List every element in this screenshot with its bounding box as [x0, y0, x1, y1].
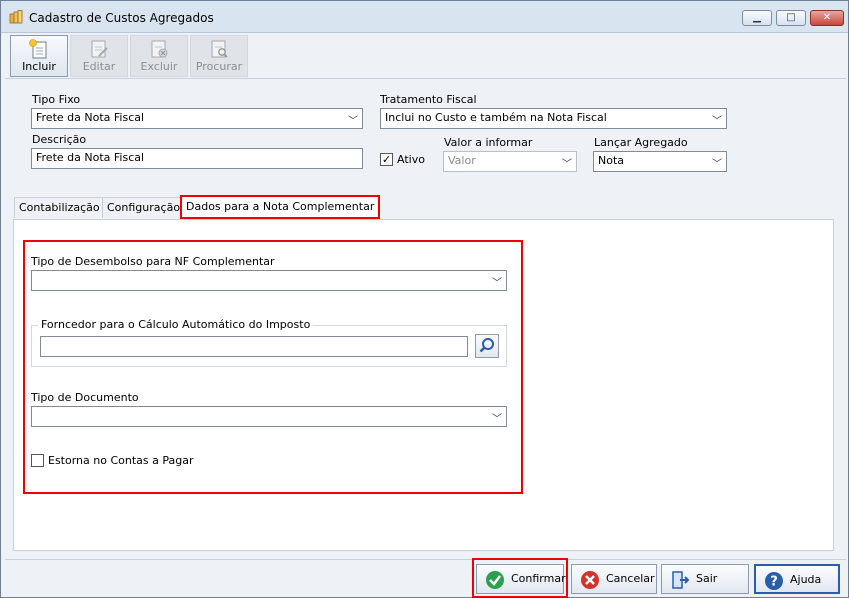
search-icon	[479, 338, 494, 353]
main-panel: Tipo Fixo Frete da Nota Fiscal ﹀ Tratame…	[5, 81, 846, 557]
bottom-bar: Confirmar Cancelar Sair ? Ajuda	[5, 558, 846, 598]
confirmar-label: Confirmar	[511, 572, 566, 585]
estorna-checkbox[interactable]	[31, 454, 44, 467]
tab-configuracao[interactable]: Configuração	[102, 197, 186, 218]
fornecedor-group: Forncedor para o Cálculo Automático do I…	[31, 318, 507, 367]
chevron-down-icon: ﹀	[562, 159, 572, 170]
incluir-button[interactable]: Incluir	[10, 35, 68, 77]
procurar-label: Procurar	[195, 60, 243, 73]
tipo-desembolso-label: Tipo de Desembolso para NF Complementar	[31, 255, 275, 268]
procurar-button[interactable]: Procurar	[190, 35, 248, 77]
sair-label: Sair	[696, 572, 718, 585]
tipo-desembolso-select[interactable]: ﹀	[31, 270, 507, 291]
ativo-checkbox[interactable]: ✓	[380, 153, 393, 166]
confirm-check-icon	[486, 571, 504, 589]
confirmar-button[interactable]: Confirmar	[476, 564, 566, 594]
delete-document-icon	[151, 40, 168, 58]
help-question-icon: ?	[765, 572, 783, 590]
tratamento-fiscal-label: Tratamento Fiscal	[380, 93, 477, 106]
lancar-agregado-select[interactable]: Nota ﹀	[593, 151, 727, 172]
chevron-down-icon: ﹀	[492, 414, 502, 425]
valor-informar-value: Valor	[448, 154, 476, 167]
valor-informar-select[interactable]: Valor ﹀	[443, 151, 577, 172]
tratamento-fiscal-select[interactable]: Inclui no Custo e também na Nota Fiscal …	[380, 108, 727, 129]
window-title: Cadastro de Custos Agregados	[29, 11, 214, 25]
app-icon	[9, 10, 23, 24]
chevron-down-icon: ﹀	[712, 116, 722, 127]
fornecedor-group-title: Forncedor para o Cálculo Automático do I…	[38, 318, 314, 331]
tipo-fixo-value: Frete da Nota Fiscal	[36, 111, 145, 124]
chevron-down-icon: ﹀	[712, 159, 722, 170]
excluir-label: Excluir	[140, 60, 178, 73]
maximize-button[interactable]: □	[776, 10, 806, 26]
tab-dados-nota-complementar[interactable]: Dados para a Nota Complementar	[180, 195, 381, 219]
tipo-documento-select[interactable]: ﹀	[31, 406, 507, 427]
descricao-value: Frete da Nota Fiscal	[36, 151, 145, 164]
cancel-x-icon	[581, 571, 599, 589]
toolbar: Incluir Editar Excluir Procurar	[5, 33, 846, 79]
ajuda-label: Ajuda	[790, 573, 822, 586]
descricao-label: Descrição	[32, 133, 87, 146]
minimize-button[interactable]: ▁	[742, 10, 772, 26]
ativo-label: Ativo	[397, 153, 425, 166]
ajuda-button[interactable]: ? Ajuda	[754, 564, 840, 594]
cancelar-button[interactable]: Cancelar	[571, 564, 657, 594]
tab-page-nota-complementar: Tipo de Desembolso para NF Complementar …	[13, 219, 834, 551]
tipo-fixo-select[interactable]: Frete da Nota Fiscal ﹀	[31, 108, 363, 129]
chevron-down-icon: ﹀	[492, 278, 502, 289]
fornecedor-input[interactable]	[40, 336, 468, 357]
title-bar[interactable]: Cadastro de Custos Agregados ▁ □ ✕	[1, 1, 848, 33]
chevron-down-icon: ﹀	[348, 116, 358, 127]
svg-text:?: ?	[770, 575, 778, 590]
valor-informar-label: Valor a informar	[444, 136, 533, 149]
cancelar-label: Cancelar	[606, 572, 655, 585]
tipo-fixo-label: Tipo Fixo	[32, 93, 81, 106]
lancar-agregado-value: Nota	[598, 154, 625, 167]
incluir-label: Incluir	[22, 60, 56, 73]
edit-document-icon	[91, 40, 108, 58]
editar-button[interactable]: Editar	[70, 35, 128, 77]
close-button[interactable]: ✕	[810, 10, 844, 26]
exit-door-icon	[672, 571, 690, 589]
sair-button[interactable]: Sair	[661, 564, 749, 594]
tratamento-fiscal-value: Inclui no Custo e também na Nota Fiscal	[385, 111, 607, 124]
estorna-label: Estorna no Contas a Pagar	[48, 454, 194, 467]
tab-contabilizacao[interactable]: Contabilização	[14, 197, 105, 218]
app-window: Cadastro de Custos Agregados ▁ □ ✕ Inclu…	[0, 0, 849, 598]
new-document-icon	[29, 39, 47, 59]
excluir-button[interactable]: Excluir	[130, 35, 188, 77]
descricao-input[interactable]: Frete da Nota Fiscal	[31, 148, 363, 169]
tipo-documento-label: Tipo de Documento	[31, 391, 139, 404]
search-document-icon	[211, 40, 228, 58]
lancar-agregado-label: Lançar Agregado	[594, 136, 688, 149]
editar-label: Editar	[82, 60, 116, 73]
fornecedor-search-button[interactable]	[475, 334, 499, 358]
